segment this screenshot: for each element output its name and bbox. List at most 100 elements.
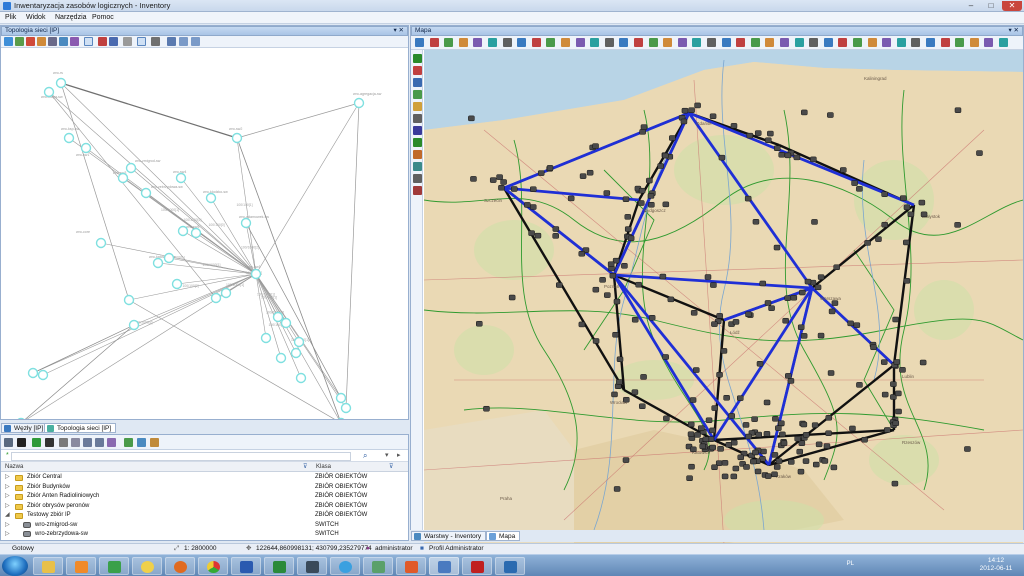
map-node[interactable] <box>498 184 505 191</box>
expand-toggle-icon[interactable]: ▷ <box>5 502 11 511</box>
map-node[interactable] <box>895 408 902 415</box>
topology-node[interactable] <box>293 336 305 348</box>
map-node[interactable] <box>893 359 901 365</box>
taskbar-explorer[interactable] <box>33 557 63 575</box>
taskbar-ie[interactable] <box>330 557 360 575</box>
save-icon[interactable] <box>984 38 994 47</box>
topology-node[interactable] <box>163 252 175 264</box>
tree-row[interactable]: ▷ wro-zmigrod-sw SWITCH <box>1 521 408 530</box>
snap-icon[interactable] <box>882 38 892 47</box>
map-node[interactable] <box>640 124 648 130</box>
tab-wezly[interactable]: Węzły [IP] <box>1 423 49 433</box>
map-node[interactable] <box>799 289 806 296</box>
map-node[interactable] <box>823 443 831 449</box>
taskbar-pdf[interactable] <box>462 557 492 575</box>
map-node[interactable] <box>616 356 624 363</box>
pan-icon[interactable] <box>48 37 57 46</box>
map-node[interactable] <box>802 432 810 438</box>
map-node[interactable] <box>899 195 907 201</box>
map-node[interactable] <box>830 464 838 471</box>
expand-icon[interactable] <box>179 37 188 46</box>
map-node[interactable] <box>849 425 856 432</box>
select-icon[interactable] <box>546 38 556 47</box>
ruler-icon[interactable] <box>123 37 132 46</box>
map-node[interactable] <box>881 391 889 398</box>
side-settings-icon[interactable] <box>413 186 422 195</box>
map-node[interactable] <box>745 311 752 318</box>
map-node[interactable] <box>534 232 542 239</box>
map-node[interactable] <box>802 458 810 464</box>
map-node[interactable] <box>662 152 669 159</box>
node-icon[interactable] <box>167 37 176 46</box>
minimize-button[interactable]: – <box>964 1 978 11</box>
topology-graph[interactable]: wro-rs100/1000[1]wro-mapa-sw100/100[1]wr… <box>1 48 408 429</box>
map-node[interactable] <box>892 420 900 426</box>
buffer-icon[interactable] <box>750 38 760 47</box>
map-node[interactable] <box>784 152 792 159</box>
map-node[interactable] <box>751 416 758 422</box>
map-node[interactable] <box>817 274 825 280</box>
map-node[interactable] <box>730 473 738 480</box>
map-node[interactable] <box>895 390 902 397</box>
map-node[interactable] <box>702 436 710 442</box>
topology-link[interactable] <box>60 82 238 139</box>
topology-node[interactable] <box>80 142 92 154</box>
back-icon[interactable] <box>517 38 527 47</box>
query-icon[interactable] <box>619 38 629 47</box>
map-node[interactable] <box>903 204 911 211</box>
topology-node[interactable] <box>55 77 67 89</box>
panel-pin-icon[interactable]: ▾ ✕ <box>393 27 404 35</box>
topology-node[interactable] <box>353 97 365 109</box>
map-node[interactable] <box>759 280 767 287</box>
topology-node[interactable] <box>177 225 189 237</box>
print-icon[interactable] <box>677 38 687 47</box>
topology-node[interactable] <box>295 372 307 384</box>
map-node[interactable] <box>827 370 835 376</box>
taskbar-inventory[interactable] <box>429 557 459 575</box>
map-node[interactable] <box>611 391 618 398</box>
topology-node[interactable] <box>190 227 202 239</box>
map-node[interactable] <box>750 458 757 465</box>
expand-toggle-icon[interactable]: ◢ <box>5 511 11 520</box>
close-icon[interactable] <box>999 38 1008 47</box>
map-node[interactable] <box>529 204 537 210</box>
scale-icon[interactable] <box>780 38 789 47</box>
export-icon[interactable] <box>663 38 673 47</box>
topology-link[interactable] <box>255 102 360 275</box>
redo-icon[interactable] <box>969 38 979 47</box>
map-node[interactable] <box>728 413 736 419</box>
map-node[interactable] <box>903 278 911 284</box>
refresh-icon[interactable] <box>15 37 24 46</box>
topology-node[interactable] <box>171 278 183 290</box>
topology-node[interactable] <box>210 292 222 304</box>
topology-link[interactable] <box>32 324 135 374</box>
hand-icon[interactable] <box>151 37 160 46</box>
map-node[interactable] <box>687 431 695 437</box>
edit-icon[interactable] <box>867 38 877 47</box>
map-node[interactable] <box>754 468 762 475</box>
expand-toggle-icon[interactable]: ▷ <box>5 483 11 492</box>
map-node[interactable] <box>746 132 754 139</box>
map-node[interactable] <box>825 430 832 436</box>
map-node[interactable] <box>831 300 839 306</box>
map-node[interactable] <box>613 486 621 492</box>
map-node[interactable] <box>790 294 798 301</box>
map-node[interactable] <box>864 240 871 246</box>
map-node[interactable] <box>524 202 531 208</box>
topology-link[interactable] <box>245 222 342 399</box>
forward-icon[interactable] <box>531 38 541 47</box>
expand-toggle-icon[interactable]: ▷ <box>5 521 11 530</box>
refresh-icon[interactable] <box>502 38 512 47</box>
map-node[interactable] <box>810 156 817 163</box>
map-node[interactable] <box>627 235 635 242</box>
topology-node[interactable] <box>335 392 347 404</box>
map-node[interactable] <box>907 211 915 218</box>
map-node[interactable] <box>639 403 646 410</box>
map-node[interactable] <box>891 480 899 487</box>
map-node[interactable] <box>705 417 713 424</box>
copy-icon[interactable] <box>926 38 935 47</box>
pointer-tool-icon[interactable] <box>84 37 93 46</box>
map-node[interactable] <box>659 273 667 280</box>
topology-link[interactable] <box>345 102 360 409</box>
name-filter-icon[interactable]: ⊽ <box>303 463 307 471</box>
